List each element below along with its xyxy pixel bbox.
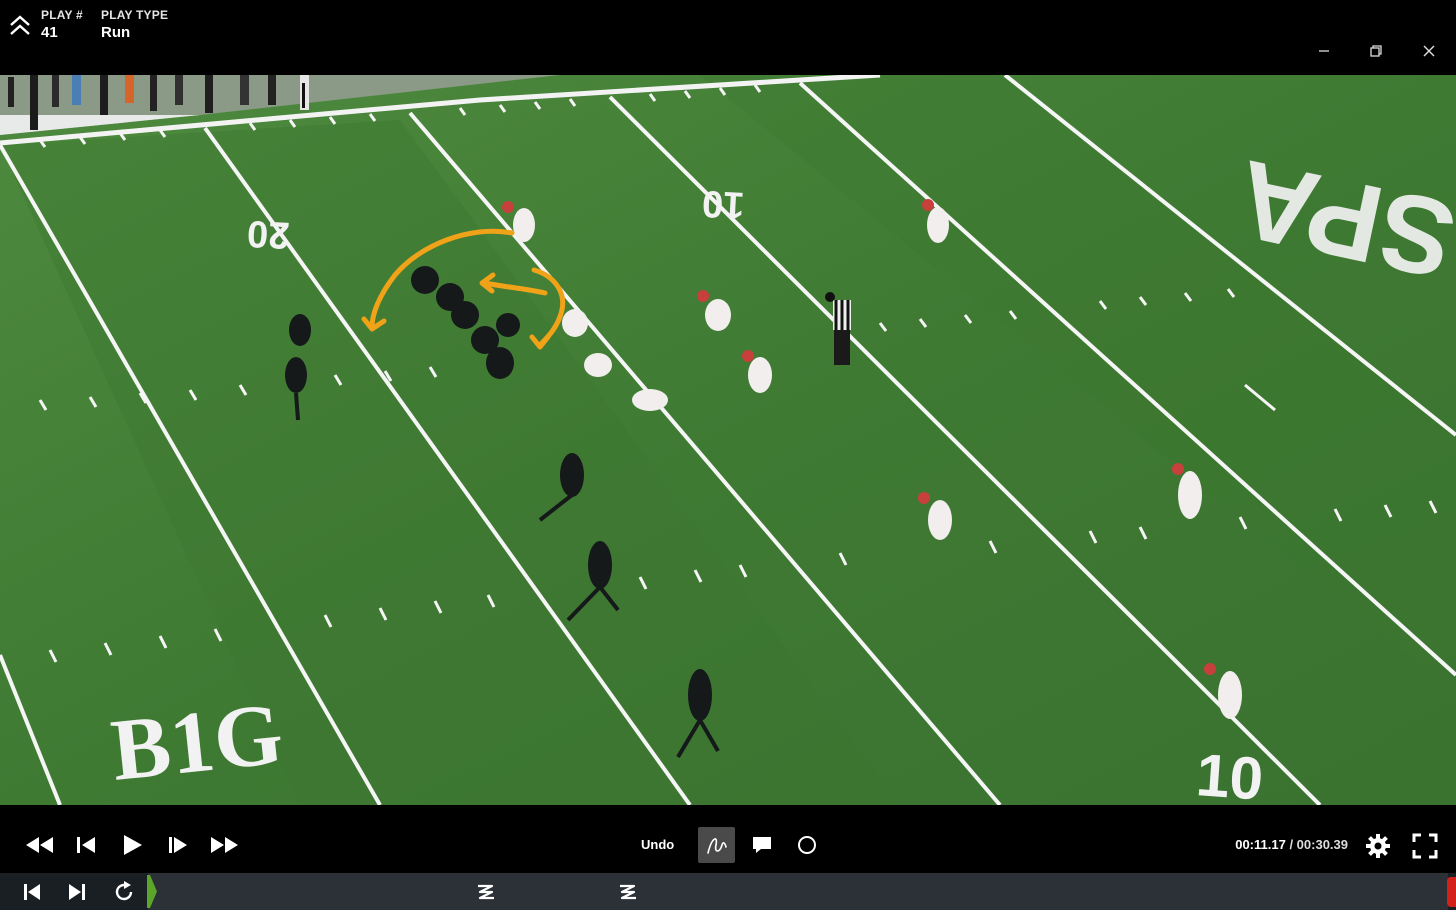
play-type-value: Run — [101, 24, 131, 41]
play-type-label: PLAY TYPE — [101, 8, 169, 22]
step-forward-icon[interactable] — [166, 833, 190, 857]
comment-icon[interactable] — [751, 835, 773, 855]
minimize-icon[interactable] — [1311, 38, 1337, 64]
time-separator: / — [1285, 837, 1297, 852]
close-icon[interactable] — [1416, 38, 1442, 64]
fast-forward-icon[interactable] — [208, 833, 240, 857]
field-number-20: 20 — [246, 212, 290, 256]
circle-tool-icon[interactable] — [796, 834, 818, 856]
player-controls: Undo 00:11.17 / 00:30.39 — [0, 805, 1456, 873]
draw-marker-icon[interactable] — [615, 879, 641, 905]
timeline-track[interactable] — [148, 873, 1448, 910]
collapse-up-icon[interactable] — [8, 14, 32, 38]
timeline-bar — [0, 873, 1456, 910]
skip-to-start-icon[interactable] — [21, 882, 43, 902]
fullscreen-icon[interactable] — [1412, 833, 1438, 859]
timeline-end-marker — [1447, 877, 1456, 907]
freehand-draw-button[interactable] — [698, 827, 735, 863]
play-number: PLAY # 41 — [41, 8, 83, 41]
settings-icon[interactable] — [1365, 833, 1391, 859]
rewind-icon[interactable] — [24, 833, 56, 857]
replay-icon[interactable] — [112, 880, 136, 904]
draw-marker-icon[interactable] — [473, 879, 499, 905]
freehand-draw-icon — [707, 838, 727, 854]
field-number-10-near: 10 — [1194, 741, 1265, 805]
field-number-10-far: 10 — [701, 182, 745, 226]
restore-icon[interactable] — [1363, 38, 1389, 64]
conference-logo: B1G — [107, 686, 287, 800]
play-type: PLAY TYPE Run — [101, 8, 168, 41]
top-bar: PLAY # 41 PLAY TYPE Run — [0, 0, 1456, 75]
duration: 00:30.39 — [1296, 837, 1348, 852]
time-display: 00:11.17 / 00:30.39 — [1235, 837, 1348, 852]
undo-button[interactable]: Undo — [641, 837, 674, 852]
step-back-icon[interactable] — [74, 833, 98, 857]
play-number-label: PLAY # — [41, 8, 83, 22]
current-time: 00:11.17 — [1235, 837, 1286, 852]
skip-to-end-icon[interactable] — [66, 882, 88, 902]
play-number-value: 41 — [41, 24, 58, 41]
football-field: 20 10 10 B1G SPA — [0, 75, 1456, 805]
play-icon[interactable] — [119, 832, 145, 858]
video-frame[interactable]: 20 10 10 B1G SPA — [0, 75, 1456, 805]
